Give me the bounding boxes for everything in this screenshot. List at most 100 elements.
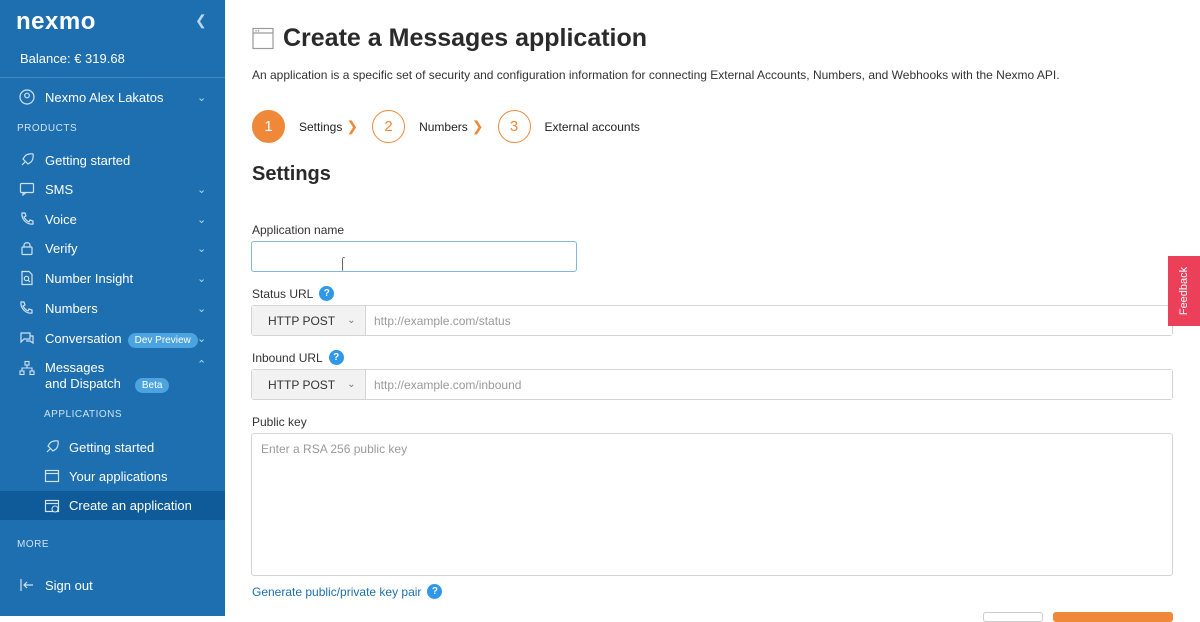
rocket-icon: [19, 152, 35, 168]
sidebar-item-label: Conversation: [45, 330, 122, 346]
generate-key-pair-wrap: Generate public/private key pair ?: [252, 584, 443, 599]
chevron-right-icon: ❯: [346, 118, 359, 134]
more-label: MORE: [17, 539, 49, 550]
status-url-label-wrap: Status URL ?: [252, 286, 335, 301]
inbound-method-select[interactable]: HTTP POST ⌄: [252, 370, 366, 399]
settings-heading: Settings: [252, 163, 331, 185]
inbound-url-label: Inbound URL: [252, 350, 323, 365]
status-method-select[interactable]: HTTP POST ⌄: [252, 306, 366, 335]
secondary-button[interactable]: [983, 612, 1043, 622]
chevron-down-icon: ⌄: [197, 242, 207, 255]
step-3-circle[interactable]: 3: [497, 110, 531, 143]
conversation-icon: [19, 330, 35, 346]
generate-key-pair-link[interactable]: Generate public/private key pair: [252, 585, 421, 599]
add-window-icon: [44, 498, 60, 514]
hierarchy-icon: [19, 360, 35, 376]
window-icon: [44, 468, 60, 484]
products-label: PRODUCTS: [17, 123, 78, 134]
public-key-label: Public key: [252, 415, 307, 429]
sidebar-item-label: Number Insight: [45, 270, 134, 286]
public-key-textarea[interactable]: [251, 433, 1173, 576]
rocket-icon: [44, 439, 60, 455]
document-search-icon: [19, 270, 35, 286]
primary-button[interactable]: [1053, 612, 1173, 622]
status-url-label: Status URL: [252, 286, 314, 301]
sidebar-sub-item-getting-started[interactable]: Getting started: [0, 433, 225, 461]
sidebar-item-label: Messages: [45, 360, 105, 375]
sign-out-label: Sign out: [45, 577, 93, 593]
sidebar-item-label: SMS: [45, 181, 74, 197]
step-2-circle[interactable]: 2: [372, 110, 406, 143]
inbound-url-label-wrap: Inbound URL ?: [252, 350, 344, 365]
lock-icon: [19, 240, 35, 256]
sidebar-item-voice[interactable]: Voice ⌄: [0, 205, 225, 233]
page-title: Create a Messages application: [283, 24, 648, 52]
sidebar-item-messages-dispatch[interactable]: Messages and Dispatch Beta ⌃: [0, 354, 225, 398]
sidebar-item-label-wrap: Messages and Dispatch Beta: [45, 360, 170, 394]
account-name: Nexmo Alex Lakatos: [45, 89, 164, 105]
dev-preview-badge: Dev Preview: [127, 332, 198, 348]
inbound-method-value: HTTP POST: [268, 377, 336, 392]
sidebar-item-label-line2-wrap: and Dispatch Beta: [45, 376, 170, 394]
balance: Balance: € 319.68: [20, 51, 125, 66]
sidebar-item-label: Getting started: [45, 152, 131, 168]
sidebar: nexmo ❮ Balance: € 319.68 Nexmo Alex Lak…: [0, 0, 225, 616]
sidebar-item-verify[interactable]: Verify ⌄: [0, 234, 225, 262]
chevron-down-icon: ⌄: [197, 91, 207, 104]
page-description: An application is a specific set of secu…: [252, 68, 1060, 82]
application-icon: [252, 27, 274, 50]
step-2-label[interactable]: Numbers: [419, 120, 468, 134]
status-url-input[interactable]: [366, 306, 1172, 335]
step-1-label[interactable]: Settings: [299, 120, 342, 134]
sidebar-item-label: Verify: [45, 240, 78, 256]
help-icon[interactable]: ?: [328, 350, 344, 365]
sign-out-item[interactable]: Sign out: [0, 571, 225, 599]
sidebar-item-conversation[interactable]: Conversation Dev Preview ⌄: [0, 324, 225, 352]
status-method-value: HTTP POST: [268, 313, 336, 328]
collapse-sidebar-icon[interactable]: ❮: [195, 12, 207, 29]
phone-list-icon: [19, 300, 35, 316]
beta-badge: Beta: [134, 378, 170, 393]
sidebar-item-label: Getting started: [69, 439, 155, 455]
app-name-input[interactable]: [251, 241, 577, 272]
sidebar-item-label: Voice: [45, 211, 77, 227]
step-1-circle[interactable]: 1: [252, 110, 285, 143]
sidebar-item-number-insight[interactable]: Number Insight ⌄: [0, 264, 225, 292]
sidebar-sub-item-your-applications[interactable]: Your applications: [0, 462, 225, 490]
help-icon[interactable]: ?: [319, 286, 335, 301]
chevron-down-icon: ⌄: [347, 315, 356, 326]
feedback-tab[interactable]: Feedback: [1168, 256, 1200, 326]
inbound-url-row: HTTP POST ⌄: [251, 369, 1173, 400]
app-name-label: Application name: [252, 223, 345, 237]
user-icon: [19, 89, 35, 105]
status-url-row: HTTP POST ⌄: [251, 305, 1173, 336]
chevron-down-icon: ⌄: [197, 183, 207, 196]
account-menu[interactable]: Nexmo Alex Lakatos ⌄: [0, 83, 225, 111]
sidebar-item-label-line2: and Dispatch: [45, 376, 121, 391]
wizard-steps: 1 Settings ❯ 2 Numbers ❯ 3 External acco…: [252, 110, 644, 143]
inbound-url-input[interactable]: [366, 370, 1172, 399]
help-icon[interactable]: ?: [427, 584, 443, 599]
sign-out-icon: [19, 577, 35, 593]
sidebar-item-sms[interactable]: SMS ⌄: [0, 175, 225, 203]
phone-icon: [19, 211, 35, 227]
chevron-down-icon: ⌄: [197, 302, 207, 315]
main-content: Create a Messages application An applica…: [225, 0, 1200, 622]
chevron-down-icon: ⌄: [347, 379, 356, 390]
chevron-down-icon: ⌄: [197, 213, 207, 226]
sidebar-item-label: Create an application: [69, 498, 192, 513]
sidebar-sub-item-create-application[interactable]: Create an application: [0, 491, 225, 520]
sidebar-item-numbers[interactable]: Numbers ⌄: [0, 294, 225, 322]
sidebar-item-label: Numbers: [45, 300, 98, 316]
sidebar-item-label-wrap: Conversation Dev Preview: [45, 330, 198, 348]
divider: [0, 77, 225, 78]
chevron-down-icon: ⌄: [197, 272, 207, 285]
chevron-down-icon: ⌄: [197, 332, 207, 345]
step-3-label[interactable]: External accounts: [545, 120, 640, 134]
sidebar-item-getting-started[interactable]: Getting started: [0, 146, 225, 174]
page-header: Create a Messages application: [252, 24, 647, 53]
chevron-up-icon: ⌃: [197, 359, 207, 371]
feedback-label: Feedback: [1178, 266, 1190, 316]
nexmo-logo[interactable]: nexmo: [16, 8, 96, 36]
text-cursor-icon: ⌠: [339, 256, 347, 270]
